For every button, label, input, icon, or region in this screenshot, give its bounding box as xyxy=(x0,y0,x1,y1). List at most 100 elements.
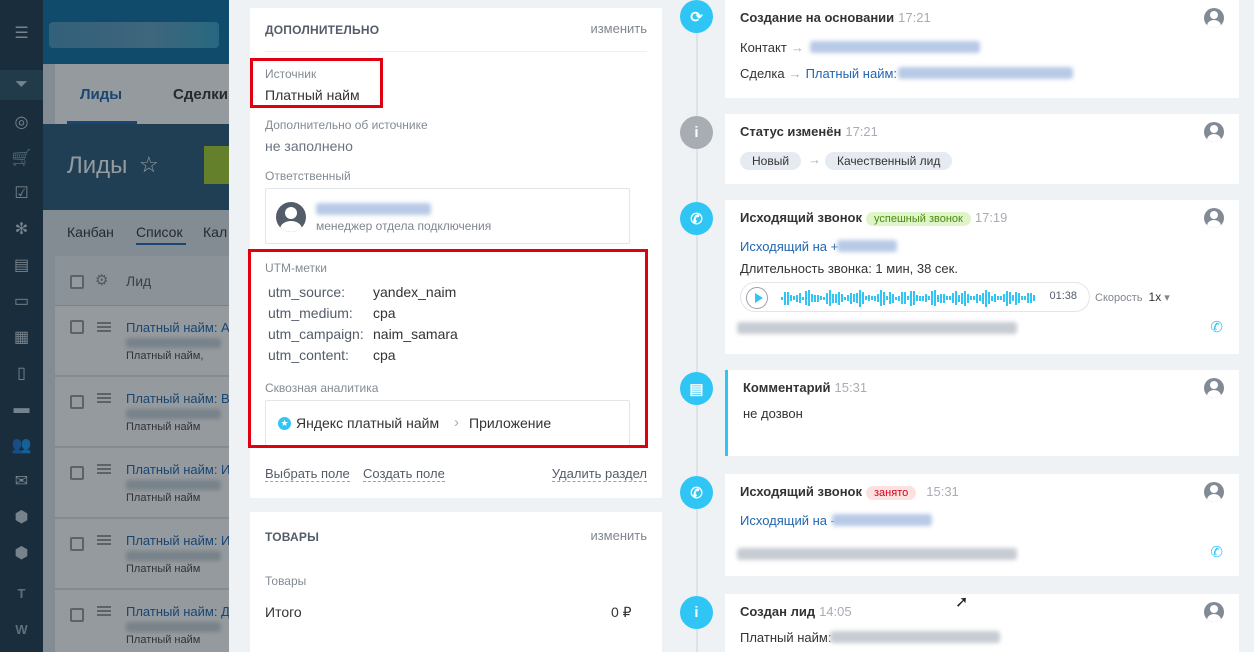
waveform-bar xyxy=(991,295,993,301)
waveform-bar xyxy=(943,293,945,303)
waveform-bar xyxy=(826,292,828,304)
goods-section-card: ТОВАРЫ изменить Товары Итого 0 ₽ xyxy=(250,512,662,652)
waveform-bar xyxy=(1000,296,1002,300)
call-duration: Длительность звонка: 1 мин, 38 сек. xyxy=(740,261,958,276)
blurred-name xyxy=(316,203,431,215)
waveform-bar xyxy=(793,296,795,300)
deal-link[interactable]: Платный найм: xyxy=(806,66,897,81)
user-avatar[interactable] xyxy=(1204,602,1224,622)
waveform-bar xyxy=(820,296,822,300)
waveform-bar xyxy=(877,294,879,302)
waveform-bar xyxy=(970,296,972,300)
blurred-participants xyxy=(737,322,1017,334)
user-avatar[interactable] xyxy=(1204,8,1224,28)
waveform-bar xyxy=(1024,296,1026,300)
waveform-bar xyxy=(919,295,921,301)
waveform-bar xyxy=(850,292,852,304)
waveform-bar xyxy=(949,296,951,300)
phone-icon: ✆ xyxy=(680,476,713,509)
play-icon[interactable] xyxy=(746,287,768,309)
waveform-bar xyxy=(922,295,924,301)
source-more-value: не заполнено xyxy=(265,138,353,154)
item-title: Создан лид 14:05 xyxy=(740,604,852,619)
timeline-item-status: Статус изменён 17:21 Новый → Качественный… xyxy=(725,114,1239,184)
refresh-icon: ⟳ xyxy=(680,0,713,33)
timeline-item-created-from: Создание на основании 17:21 Контакт → Сдел… xyxy=(725,0,1239,98)
audio-player[interactable]: 01:38 xyxy=(740,282,1090,312)
user-avatar[interactable] xyxy=(1204,122,1224,142)
choose-field-link[interactable]: Выбрать поле xyxy=(265,466,350,482)
delete-section-link[interactable]: Удалить раздел xyxy=(551,466,647,482)
waveform-bar xyxy=(787,291,789,305)
waveform-bar xyxy=(781,296,783,300)
section-title: ДОПОЛНИТЕЛЬНО xyxy=(265,23,380,37)
lead-created-text: Платный найм: xyxy=(740,630,832,645)
item-title: Комментарий 15:31 xyxy=(743,380,868,395)
edit-link[interactable]: изменить xyxy=(590,21,647,36)
waveform-bar xyxy=(946,296,948,300)
waveform-bar xyxy=(940,293,942,303)
waveform-bar xyxy=(868,295,870,301)
waveform-bar xyxy=(1033,295,1035,301)
waveform-bar xyxy=(802,296,804,300)
waveform-bar xyxy=(1012,295,1014,301)
waveform-bar xyxy=(976,293,978,303)
waveform-bar xyxy=(988,292,990,304)
waveform-bar xyxy=(829,290,831,306)
audio-duration: 01:38 xyxy=(1049,290,1077,302)
comment-icon: ▤ xyxy=(680,372,713,405)
waveform-bar xyxy=(1030,293,1032,303)
goods-edit-link[interactable]: изменить xyxy=(590,528,647,543)
waveform-bar xyxy=(934,290,936,306)
waveform-bar xyxy=(844,296,846,300)
call-number-link[interactable]: Исходящий на - xyxy=(740,513,835,528)
blurred-number xyxy=(837,240,897,252)
waveform-bar xyxy=(1003,294,1005,302)
waveform-bar xyxy=(871,296,873,300)
goods-label: Товары xyxy=(265,574,307,588)
waveform-bar xyxy=(1027,293,1029,303)
responsible-box[interactable]: менеджер отдела подключения xyxy=(265,188,630,244)
user-avatar[interactable] xyxy=(1204,378,1224,398)
user-avatar[interactable] xyxy=(1204,482,1224,502)
waveform-bar xyxy=(958,294,960,302)
phone-icon[interactable]: ✆ xyxy=(1210,543,1223,561)
waveform-bar xyxy=(805,291,807,305)
contact-row: Контакт → xyxy=(740,40,804,55)
total-label: Итого xyxy=(265,604,302,620)
waveform-bar xyxy=(832,293,834,303)
create-field-link[interactable]: Создать поле xyxy=(363,466,445,482)
item-title: Исходящий звонок успешный звонок 17:19 xyxy=(740,210,1008,226)
phone-icon[interactable]: ✆ xyxy=(1210,318,1223,336)
waveform-bar xyxy=(913,291,915,305)
waveform-bar xyxy=(880,290,882,306)
waveform-bar xyxy=(982,292,984,304)
lead-detail-panel: ДОПОЛНИТЕЛЬНО изменить Источник Платный … xyxy=(229,0,1254,652)
call-number-link[interactable]: Исходящий на + xyxy=(740,239,838,254)
waveform-bar xyxy=(814,294,816,302)
deal-row: Сделка → Платный найм: xyxy=(740,66,898,81)
waveform-bar xyxy=(994,294,996,302)
responsible-label: Ответственный xyxy=(265,169,351,183)
speed-control[interactable]: Скорость 1x ▾ xyxy=(1095,290,1170,304)
waveform-bar xyxy=(895,296,897,300)
comment-text: не дозвон xyxy=(743,406,803,421)
waveform-bar xyxy=(916,295,918,301)
highlight-source xyxy=(250,58,383,108)
waveform-bar xyxy=(955,291,957,305)
user-avatar[interactable] xyxy=(1204,208,1224,228)
waveform[interactable] xyxy=(781,289,1036,307)
highlight-utm xyxy=(248,249,648,448)
waveform-bar xyxy=(799,293,801,303)
waveform-bar xyxy=(907,296,909,300)
waveform-bar xyxy=(928,296,930,300)
blurred-participants xyxy=(737,548,1017,560)
waveform-bar xyxy=(862,292,864,304)
timeline-item-call-busy: Исходящий звонок занято 15:31 Исходящий на… xyxy=(725,474,1239,576)
waveform-bar xyxy=(817,294,819,302)
waveform-bar xyxy=(931,291,933,305)
responsible-role: менеджер отдела подключения xyxy=(316,219,492,233)
waveform-bar xyxy=(967,293,969,303)
waveform-bar xyxy=(859,289,861,307)
waveform-bar xyxy=(1006,290,1008,306)
